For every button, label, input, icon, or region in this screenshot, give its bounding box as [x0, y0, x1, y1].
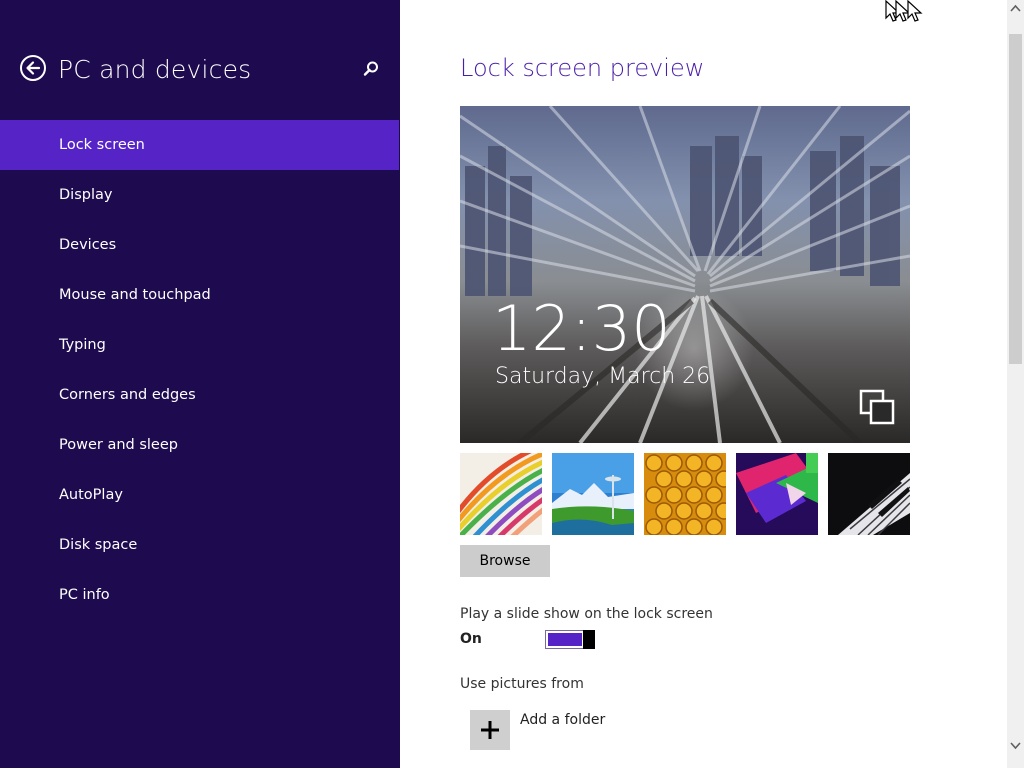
thumbnail-image [828, 453, 910, 535]
toggle-knob[interactable] [583, 630, 595, 649]
sidebar-item-label: Display [59, 187, 113, 203]
sidebar-item-autoplay[interactable]: AutoPlay [0, 470, 399, 520]
lock-date: Saturday, March 26 [495, 364, 711, 389]
slideshow-toggle[interactable] [545, 630, 595, 649]
sidebar: PC and devices Lock screen Display Devic… [0, 0, 400, 768]
thumbnail-image [460, 453, 542, 535]
thumbnail-image [736, 453, 818, 535]
thumbnail-honeycomb[interactable] [644, 453, 726, 535]
sidebar-item-devices[interactable]: Devices [0, 220, 399, 270]
scroll-down-arrow-icon[interactable] [1007, 737, 1024, 754]
browse-button[interactable]: Browse [460, 545, 550, 577]
sidebar-item-label: Corners and edges [59, 387, 196, 403]
sidebar-item-label: Typing [59, 337, 106, 353]
mouse-pointer-icon [885, 0, 923, 22]
slideshow-toggle-state: On [460, 631, 482, 647]
sidebar-item-label: AutoPlay [59, 487, 123, 503]
sidebar-item-lock-screen[interactable]: Lock screen [0, 120, 399, 170]
search-icon[interactable] [362, 60, 380, 78]
use-pictures-from-label: Use pictures from [460, 676, 584, 692]
sidebar-item-pc-info[interactable]: PC info [0, 570, 399, 620]
multitask-icon [859, 389, 895, 425]
thumbnail-abstract-shapes[interactable] [736, 453, 818, 535]
main-content: Lock screen preview 12:30 Saturday, Marc… [400, 0, 1007, 768]
back-arrow-icon[interactable] [20, 55, 46, 81]
thumbnail-piano-keys[interactable] [828, 453, 910, 535]
sidebar-header: PC and devices [20, 52, 380, 88]
plus-icon[interactable] [470, 710, 510, 750]
add-folder-label: Add a folder [520, 712, 606, 728]
sidebar-item-corners-and-edges[interactable]: Corners and edges [0, 370, 399, 420]
sidebar-item-label: Disk space [59, 537, 138, 553]
scroll-thumb[interactable] [1009, 34, 1022, 364]
preview-background-image [460, 106, 910, 443]
toggle-fill [548, 633, 582, 646]
page-title: PC and devices [58, 55, 252, 84]
thumbnail-space-needle[interactable] [552, 453, 634, 535]
sidebar-item-display[interactable]: Display [0, 170, 399, 220]
sidebar-item-mouse-and-touchpad[interactable]: Mouse and touchpad [0, 270, 399, 320]
sidebar-item-label: Lock screen [59, 137, 145, 153]
lock-screen-preview: 12:30 Saturday, March 26 [460, 106, 910, 443]
sidebar-item-disk-space[interactable]: Disk space [0, 520, 399, 570]
slideshow-label: Play a slide show on the lock screen [460, 606, 713, 622]
thumbnail-image [644, 453, 726, 535]
lock-time: 12:30 [492, 292, 671, 365]
sidebar-item-label: Power and sleep [59, 437, 178, 453]
sidebar-nav: Lock screen Display Devices Mouse and to… [0, 120, 400, 620]
sidebar-item-label: PC info [59, 587, 110, 603]
sidebar-item-label: Mouse and touchpad [59, 287, 211, 303]
thumbnail-strip [460, 453, 910, 535]
section-heading: Lock screen preview [460, 54, 705, 82]
thumbnail-rainbow-stripes[interactable] [460, 453, 542, 535]
add-folder-button[interactable]: Add a folder [470, 710, 670, 750]
sidebar-item-typing[interactable]: Typing [0, 320, 399, 370]
sidebar-item-label: Devices [59, 237, 117, 253]
vertical-scrollbar[interactable] [1007, 0, 1024, 768]
scroll-up-arrow-icon[interactable] [1007, 0, 1024, 17]
sidebar-item-power-and-sleep[interactable]: Power and sleep [0, 420, 399, 470]
thumbnail-image [552, 453, 634, 535]
